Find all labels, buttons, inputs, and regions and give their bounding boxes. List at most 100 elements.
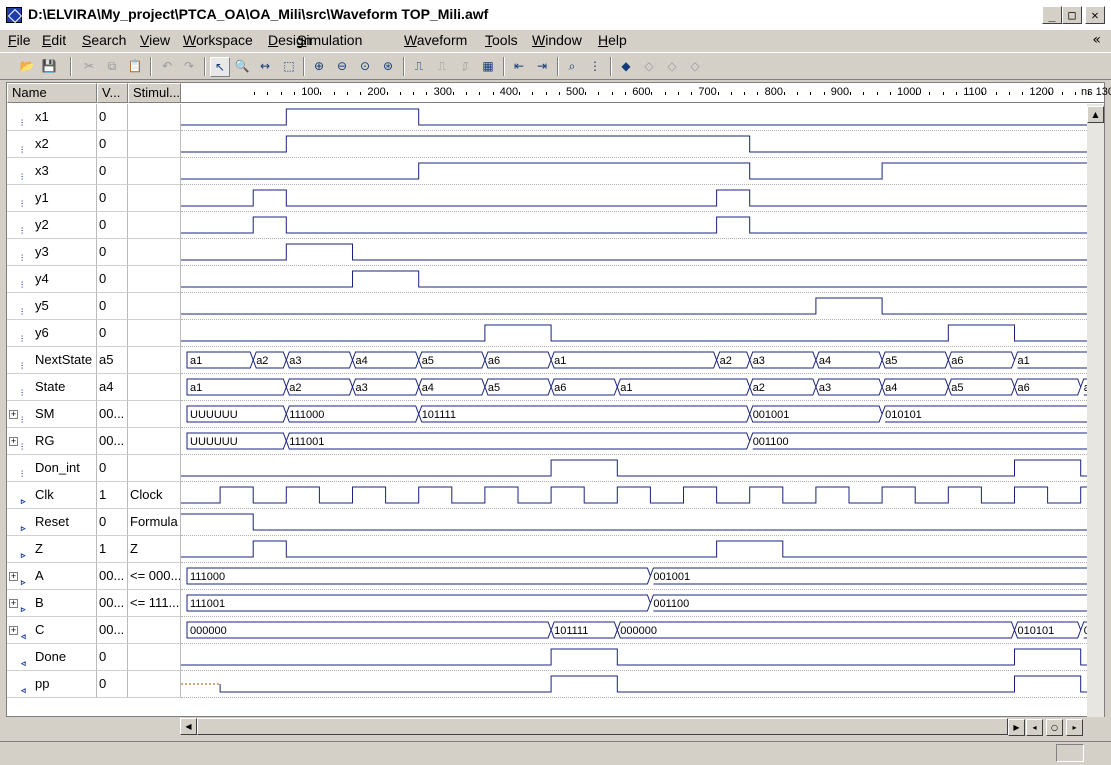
signal-row-x3[interactable]: ⫶ x3 0	[7, 158, 1104, 185]
signal-name-cell[interactable]: + ⫶ SM	[7, 401, 97, 428]
signal-row-y6[interactable]: ⫶ y6 0	[7, 320, 1104, 347]
signal-name-cell[interactable]: ◃ Done	[7, 644, 97, 671]
menu-simulation[interactable]: Simulation	[297, 32, 362, 48]
signal-row-nextstate[interactable]: ⫶ NextState a5 a1 a2 a3 a4 a5 a6 a1 a2 a3 a4 a5 a6 a1	[7, 347, 1104, 374]
waveform-track[interactable]	[181, 644, 1087, 671]
signal-name-cell[interactable]: + ◃ C	[7, 617, 97, 644]
signal-row-done[interactable]: ◃ Done 0	[7, 644, 1104, 671]
waveform-track[interactable]: 000000101111000000010101000	[181, 617, 1087, 644]
waveform-track[interactable]	[181, 131, 1087, 158]
menu-search[interactable]: Search	[82, 32, 126, 48]
next-edge-icon[interactable]: ⇥	[533, 57, 551, 75]
menu-tools[interactable]: Tools	[485, 32, 518, 48]
signal-row-don_int[interactable]: ⫶ Don_int 0	[7, 455, 1104, 482]
signal-name-cell[interactable]: ⫶ State	[7, 374, 97, 401]
waveform-track[interactable]: UUUUUU 111000 101111 001001 010101	[181, 401, 1087, 428]
measure-icon[interactable]: ↔	[256, 57, 274, 75]
signal-row-y5[interactable]: ⫶ y5 0	[7, 293, 1104, 320]
waveform-track[interactable]	[181, 455, 1087, 482]
footsteps-icon[interactable]: ⋮	[586, 57, 604, 75]
waveform-track[interactable]	[181, 320, 1087, 347]
prev-bookmark-icon[interactable]: ◇	[640, 57, 658, 75]
signal-name-cell[interactable]: + ▹ A	[7, 563, 97, 590]
signal-stimulus[interactable]	[128, 185, 181, 212]
signal-stimulus[interactable]: <= 000...	[128, 563, 181, 590]
waveform-track[interactable]	[181, 266, 1087, 293]
prev-edge-icon[interactable]: ⇤	[510, 57, 528, 75]
menu-edit[interactable]: Edit	[42, 32, 66, 48]
waveform-track[interactable]	[181, 536, 1087, 563]
zoom-icon[interactable]: 🔍	[233, 57, 251, 75]
signal-stimulus[interactable]	[128, 617, 181, 644]
maximize-button[interactable]: □	[1062, 6, 1082, 24]
menu-view[interactable]: View	[140, 32, 170, 48]
signal-name-cell[interactable]: ⫶ x3	[7, 158, 97, 185]
signal-stimulus[interactable]	[128, 239, 181, 266]
center-icon[interactable]: ○	[1046, 719, 1063, 736]
signal-stimulus[interactable]	[128, 455, 181, 482]
menu-help[interactable]: Help	[598, 32, 627, 48]
signal-row-b[interactable]: + ▹ B 00... <= 111... 111001 001100	[7, 590, 1104, 617]
save-icon[interactable]: 💾	[40, 57, 58, 75]
menu-window[interactable]: Window	[532, 32, 582, 48]
expand-icon[interactable]: +	[9, 599, 18, 608]
signal-row-sm[interactable]: + ⫶ SM 00... UUUUUU 111000 101111 001001 010101	[7, 401, 1104, 428]
first-page-icon[interactable]: ◂	[1026, 719, 1043, 736]
waveform-track[interactable]: 111000 001001	[181, 563, 1087, 590]
waveform-track[interactable]	[181, 185, 1087, 212]
signal-name-cell[interactable]: ⫶ y1	[7, 185, 97, 212]
waveform-track[interactable]: UUUUUU 111001 001100	[181, 428, 1087, 455]
scroll-left-icon[interactable]: ◀	[180, 718, 197, 735]
signal-row-pp[interactable]: ◃ pp 0	[7, 671, 1104, 698]
select-region-icon[interactable]: ⬚	[280, 57, 298, 75]
zoom-range-icon[interactable]: ⊛	[379, 57, 397, 75]
signal-stimulus[interactable]: Formula	[128, 509, 181, 536]
signal-row-rg[interactable]: + ⫶ RG 00... UUUUUU 111001 001100	[7, 428, 1104, 455]
signal-stimulus[interactable]	[128, 212, 181, 239]
waveform-track[interactable]: 111001 001100	[181, 590, 1087, 617]
binoculars-icon[interactable]: ⌕	[563, 57, 581, 75]
signal-name-cell[interactable]: ⫶ y5	[7, 293, 97, 320]
menu-waveform[interactable]: Waveform	[404, 32, 467, 48]
signal-stimulus[interactable]	[128, 131, 181, 158]
signal-row-y1[interactable]: ⫶ y1 0	[7, 185, 1104, 212]
signal-name-cell[interactable]: ⫶ y2	[7, 212, 97, 239]
redo-icon[interactable]: ↷	[180, 57, 198, 75]
menu-workspace[interactable]: Workspace	[183, 32, 253, 48]
close-button[interactable]: ✕	[1085, 6, 1105, 24]
signal-stimulus[interactable]	[128, 428, 181, 455]
signal-name-cell[interactable]: ▹ Reset	[7, 509, 97, 536]
signal-name-cell[interactable]: ▹ Clk	[7, 482, 97, 509]
last-page-icon[interactable]: ▸	[1066, 719, 1083, 736]
scroll-up-icon[interactable]: ▲	[1087, 106, 1104, 123]
signal-row-x1[interactable]: ⫶ x1 0	[7, 104, 1104, 131]
signal-stimulus[interactable]: Z	[128, 536, 181, 563]
cut-icon[interactable]: ✂	[80, 57, 98, 75]
signal-stimulus[interactable]	[128, 320, 181, 347]
signal-stimulus[interactable]: Clock	[128, 482, 181, 509]
signal-name-cell[interactable]: ◃ pp	[7, 671, 97, 698]
waveform-track[interactable]: a1 a2 a3 a4 a5 a6 a1 a2 a3 a4 a5 a6 a1	[181, 347, 1087, 374]
column-header-stimulus[interactable]: Stimul...	[128, 83, 181, 103]
signal-name-cell[interactable]: ⫶ NextState	[7, 347, 97, 374]
signal-name-cell[interactable]: ⫶ x2	[7, 131, 97, 158]
signal-row-y2[interactable]: ⫶ y2 0	[7, 212, 1104, 239]
menu-file[interactable]: File	[8, 32, 31, 48]
signal-row-y4[interactable]: ⫶ y4 0	[7, 266, 1104, 293]
waveform-track[interactable]	[181, 158, 1087, 185]
expand-icon[interactable]: +	[9, 572, 18, 581]
signal-name-cell[interactable]: + ▹ B	[7, 590, 97, 617]
horizontal-scrollbar[interactable]: ◀	[180, 718, 1008, 735]
undo-icon[interactable]: ↶	[158, 57, 176, 75]
scroll-right-icon[interactable]: ▶	[1008, 719, 1025, 736]
signal-stimulus[interactable]	[128, 374, 181, 401]
waveform-track[interactable]	[181, 482, 1087, 509]
signal-stimulus[interactable]	[128, 671, 181, 698]
signal-stimulus[interactable]	[128, 401, 181, 428]
minimize-button[interactable]: _	[1042, 6, 1062, 24]
signal-name-cell[interactable]: ▹ Z	[7, 536, 97, 563]
signal-name-cell[interactable]: ⫶ x1	[7, 104, 97, 131]
signal-name-cell[interactable]: ⫶ Don_int	[7, 455, 97, 482]
signal-name-cell[interactable]: ⫶ y6	[7, 320, 97, 347]
signal-stimulus[interactable]	[128, 104, 181, 131]
